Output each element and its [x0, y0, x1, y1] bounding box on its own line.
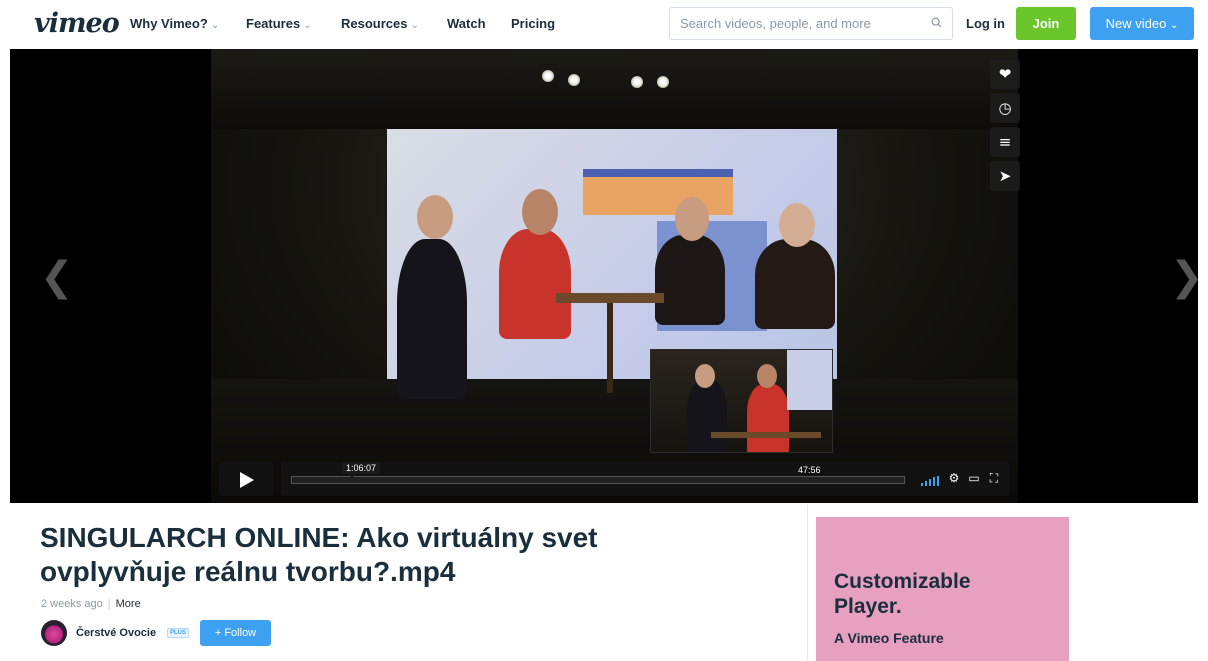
video-frame[interactable]: ​ [211, 49, 1018, 503]
person-3-head [675, 197, 709, 241]
search-icon[interactable] [931, 17, 942, 28]
stage-light [631, 76, 643, 88]
plus-badge: PLUS [167, 628, 190, 638]
next-arrow-icon[interactable]: ❯ [1170, 254, 1198, 300]
progress-area: 1:06:07 47:56 ⚙ ▭ ⛶ [281, 462, 1009, 496]
nav-resources-label: Resources [341, 16, 408, 31]
hover-time-tooltip: 1:06:07 [342, 462, 381, 478]
chevron-down-icon: ⌄ [410, 20, 419, 31]
gear-icon[interactable]: ⚙ [947, 471, 961, 485]
stage-light [657, 76, 669, 88]
picture-in-picture-inset [650, 349, 833, 453]
nav-features[interactable]: Features ⌄ [246, 16, 312, 31]
meta-separator: | [107, 598, 111, 610]
promo-banner[interactable]: Customizable Player. A Vimeo Feature [816, 517, 1069, 661]
stage-table-leg [607, 303, 613, 393]
person-1 [397, 239, 467, 399]
nav-resources[interactable]: Resources ⌄ [341, 16, 419, 31]
new-video-label: New video [1105, 16, 1167, 31]
nav-why-vimeo-label: Why Vimeo? [130, 16, 208, 31]
avatar[interactable] [41, 620, 67, 646]
search-box [669, 7, 953, 40]
person-1-head [417, 195, 453, 239]
progress-track[interactable]: 1:06:07 47:56 [291, 462, 905, 484]
heart-icon[interactable]: ❤ [990, 59, 1020, 89]
person-2-head [522, 189, 558, 235]
vimeo-logo[interactable]: vimeo [34, 8, 120, 39]
airplay-icon[interactable]: ▭ [967, 471, 981, 485]
nav-features-label: Features [246, 16, 301, 31]
stage-light [568, 74, 580, 86]
chevron-down-icon: ⌄ [1169, 20, 1179, 31]
volume-icon[interactable] [921, 476, 939, 486]
person-4 [755, 239, 835, 329]
video-duration: 47:56 [798, 465, 821, 475]
chevron-down-icon: ⌄ [303, 20, 312, 31]
stage-table [556, 293, 664, 303]
clock-icon[interactable]: ◷ [990, 93, 1020, 123]
new-video-button[interactable]: New video ⌄ [1090, 7, 1194, 40]
play-button[interactable] [219, 462, 273, 496]
person-2 [499, 229, 571, 339]
video-player[interactable]: ❮ ❯ ​ ❤ ◷ ≡ [10, 49, 1198, 503]
screen-graphic-block [583, 169, 733, 215]
stage-light [542, 70, 554, 82]
stage-ceiling [211, 49, 1018, 129]
promo-subline: A Vimeo Feature [834, 630, 944, 646]
column-divider [807, 505, 808, 661]
top-navigation: vimeo Why Vimeo? ⌄ Features ⌄ Resources ⌄ W… [0, 0, 1208, 48]
channel-name[interactable]: Čerstvé Ovocie [76, 627, 156, 639]
search-input[interactable] [680, 16, 920, 31]
player-controls: 1:06:07 47:56 ⚙ ▭ ⛶ [219, 462, 1009, 496]
video-title: SINGULARCH ONLINE: Ako virtuálny svet ov… [40, 522, 598, 587]
join-button[interactable]: Join [1016, 7, 1076, 40]
follow-button[interactable]: + Follow [200, 620, 271, 646]
nav-watch[interactable]: Watch [447, 16, 486, 31]
person-3 [655, 235, 725, 325]
person-4-head [779, 203, 815, 247]
previous-arrow-icon[interactable]: ❮ [40, 254, 74, 300]
promo-headline: Customizable Player. [834, 570, 971, 618]
send-icon[interactable]: ➤ [990, 161, 1020, 191]
nav-why-vimeo[interactable]: Why Vimeo? ⌄ [130, 16, 219, 31]
login-link[interactable]: Log in [966, 16, 1005, 31]
video-meta: 2 weeks ago | More [41, 598, 141, 610]
more-link[interactable]: More [116, 598, 141, 610]
posted-time: 2 weeks ago [41, 598, 103, 610]
fullscreen-icon[interactable]: ⛶ [987, 471, 1001, 485]
chevron-down-icon: ⌄ [210, 20, 220, 31]
nav-pricing[interactable]: Pricing [511, 16, 555, 31]
layers-icon[interactable]: ≡ [990, 127, 1020, 157]
